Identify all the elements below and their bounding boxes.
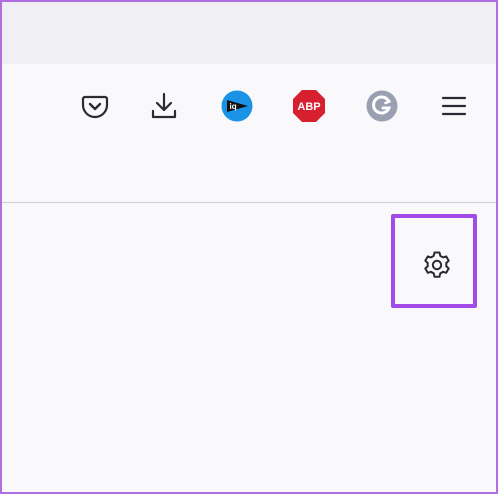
grammarly-button[interactable] xyxy=(364,88,400,124)
hamburger-menu-icon xyxy=(441,96,467,116)
nav-toolbar: iq ABP xyxy=(2,64,496,203)
tab-strip xyxy=(2,2,496,64)
gear-icon xyxy=(424,251,450,278)
settings-button[interactable] xyxy=(419,247,455,283)
download-icon xyxy=(151,92,177,119)
svg-text:ABP: ABP xyxy=(297,101,320,113)
grammarly-icon xyxy=(366,90,398,122)
browser-window: iq ABP xyxy=(0,0,498,494)
downloads-button[interactable] xyxy=(146,88,182,124)
iq-extension-icon: iq xyxy=(221,90,253,122)
adblock-plus-button[interactable]: ABP xyxy=(291,88,327,124)
svg-text:iq: iq xyxy=(230,102,237,111)
abp-icon: ABP xyxy=(293,90,325,122)
pocket-icon xyxy=(81,95,109,119)
page-content xyxy=(2,203,496,492)
iq-extension-button[interactable]: iq xyxy=(219,88,255,124)
pocket-button[interactable] xyxy=(77,88,113,124)
app-menu-button[interactable] xyxy=(436,88,472,124)
